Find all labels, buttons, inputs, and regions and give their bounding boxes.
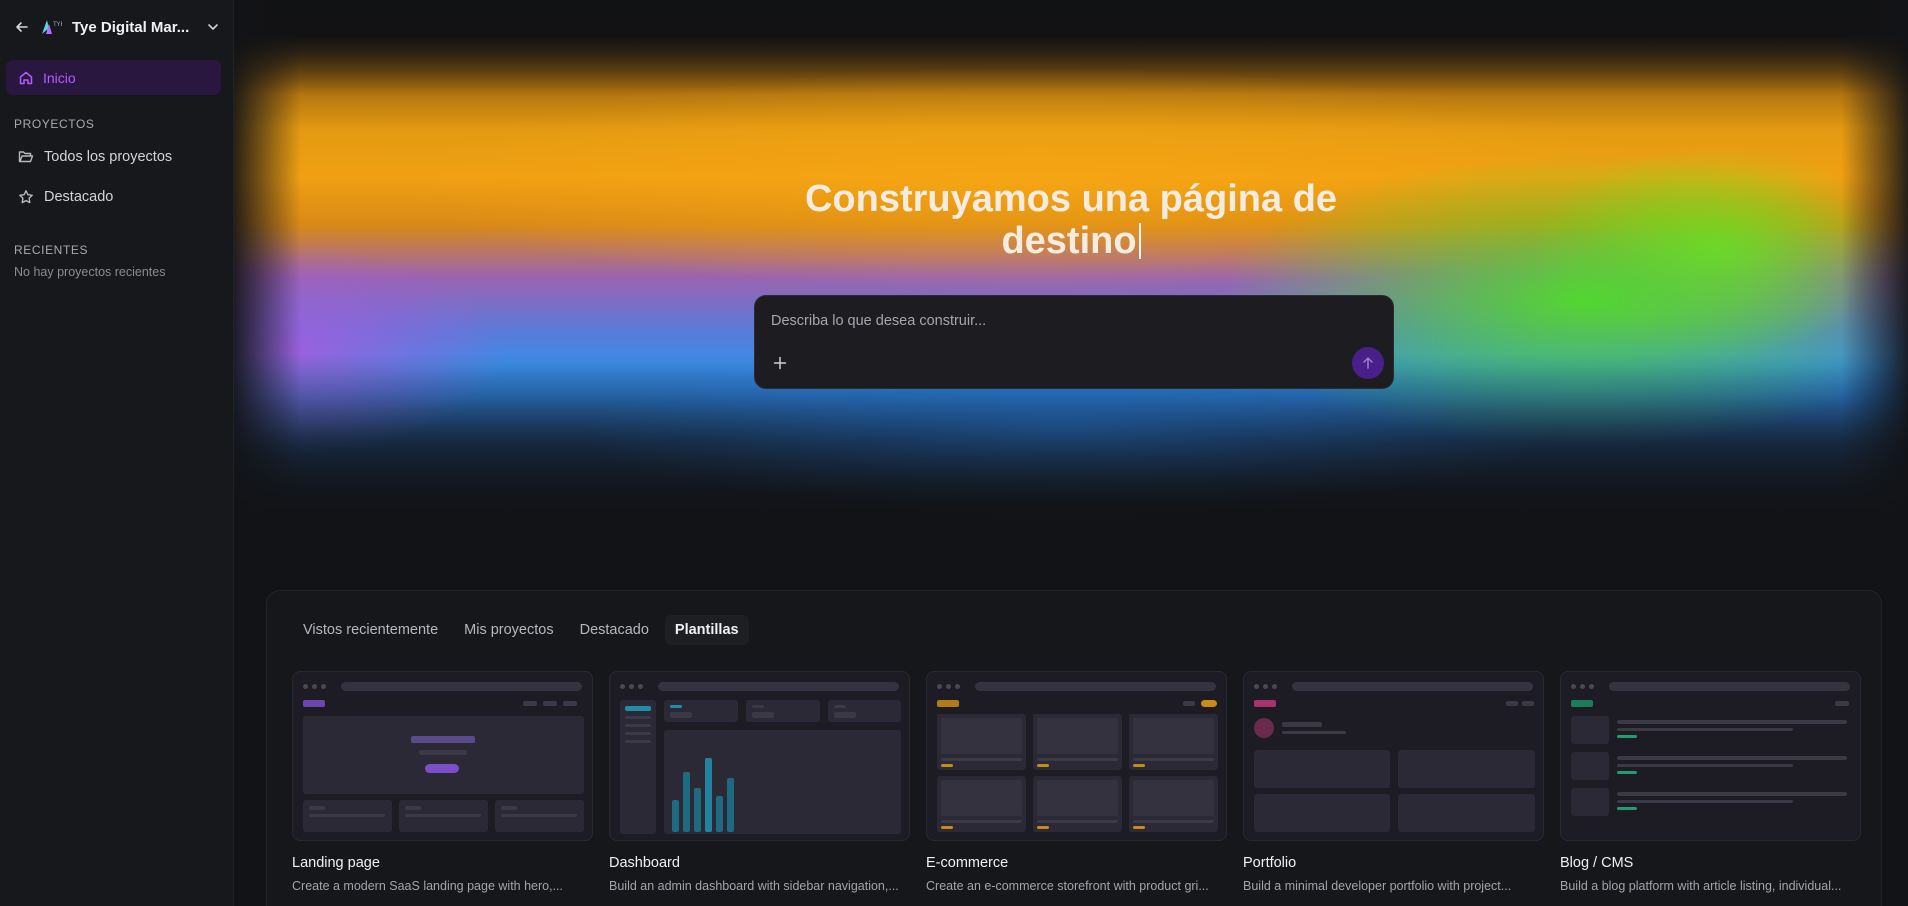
projects-section-title: PROYECTOS xyxy=(14,117,95,131)
template-title: Blog / CMS xyxy=(1560,855,1634,871)
template-card-blog-cms[interactable]: Blog / CMS Build a blog platform with ar… xyxy=(1560,671,1861,893)
sidebar-item-all-projects[interactable]: Todos los proyectos xyxy=(0,137,233,177)
home-icon xyxy=(19,71,33,84)
template-cards: Landing page Create a modern SaaS landin… xyxy=(292,671,1861,893)
template-description: Create an e-commerce storefront with pro… xyxy=(926,879,1209,893)
workspace-header: TYE Tye Digital Mar... xyxy=(0,0,233,54)
app-root: TYE Tye Digital Mar... Inicio PROYECTOS … xyxy=(0,0,1908,906)
template-description: Build an admin dashboard with sidebar na… xyxy=(609,879,899,893)
plus-icon xyxy=(773,356,787,370)
headline-line-1: Construyamos una página de xyxy=(804,178,1338,220)
headline-line-2: destino xyxy=(234,220,1908,262)
workspace-logo-icon: TYE xyxy=(40,16,62,38)
template-thumbnail xyxy=(1243,671,1544,841)
prompt-input[interactable] xyxy=(771,313,1371,329)
headline-line-2-text: destino xyxy=(1001,220,1137,262)
sidebar-item-starred[interactable]: Destacado xyxy=(0,177,233,217)
template-card-e-commerce[interactable]: E-commerce Create an e-commerce storefro… xyxy=(926,671,1227,893)
attach-button[interactable] xyxy=(769,352,791,374)
chevron-down-icon[interactable] xyxy=(205,19,221,35)
tab-my-projects[interactable]: Mis proyectos xyxy=(454,615,563,645)
recent-empty-note: No hay proyectos recientes xyxy=(14,265,166,279)
arrow-up-icon xyxy=(1363,357,1373,369)
tab-recently-viewed[interactable]: Vistos recientemente xyxy=(293,615,448,645)
tab-bar: Vistos recientemente Mis proyectos Desta… xyxy=(293,615,749,645)
template-title: Portfolio xyxy=(1243,855,1297,871)
tab-templates[interactable]: Plantillas xyxy=(664,615,749,645)
prompt-box xyxy=(754,295,1394,389)
tab-starred[interactable]: Destacado xyxy=(570,615,659,645)
template-thumbnail xyxy=(1560,671,1861,841)
text-caret xyxy=(1138,223,1141,259)
template-thumbnail xyxy=(609,671,910,841)
star-icon xyxy=(19,190,33,204)
svg-text:TYE: TYE xyxy=(52,21,62,28)
template-thumbnail xyxy=(292,671,593,841)
workspace-name[interactable]: Tye Digital Mar... xyxy=(72,19,195,36)
folder-open-icon xyxy=(18,151,34,163)
page-title: Construyamos una página de destino xyxy=(234,178,1908,262)
template-description: Build a blog platform with article listi… xyxy=(1560,879,1842,893)
sidebar-item-label: Todos los proyectos xyxy=(44,149,173,165)
send-button[interactable] xyxy=(1352,347,1384,379)
projects-panel: Vistos recientemente Mis proyectos Desta… xyxy=(266,590,1882,906)
template-title: Dashboard xyxy=(609,855,680,871)
template-card-dashboard[interactable]: Dashboard Build an admin dashboard with … xyxy=(609,671,910,893)
template-description: Build a minimal developer portfolio with… xyxy=(1243,879,1512,893)
template-card-portfolio[interactable]: Portfolio Build a minimal developer port… xyxy=(1243,671,1544,893)
recent-section-title: RECIENTES xyxy=(14,243,89,257)
sidebar: TYE Tye Digital Mar... Inicio PROYECTOS … xyxy=(0,0,234,906)
template-card-landing-page[interactable]: Landing page Create a modern SaaS landin… xyxy=(292,671,593,893)
template-thumbnail xyxy=(926,671,1227,841)
template-description: Create a modern SaaS landing page with h… xyxy=(292,879,564,893)
sidebar-item-home[interactable]: Inicio xyxy=(6,60,221,95)
template-title: Landing page xyxy=(292,855,380,871)
main-area: Construyamos una página de destino Visto… xyxy=(234,0,1908,906)
sidebar-item-label: Destacado xyxy=(44,189,114,205)
sidebar-item-label: Inicio xyxy=(43,69,76,86)
template-title: E-commerce xyxy=(926,855,1009,871)
back-arrow-icon[interactable] xyxy=(14,19,30,35)
